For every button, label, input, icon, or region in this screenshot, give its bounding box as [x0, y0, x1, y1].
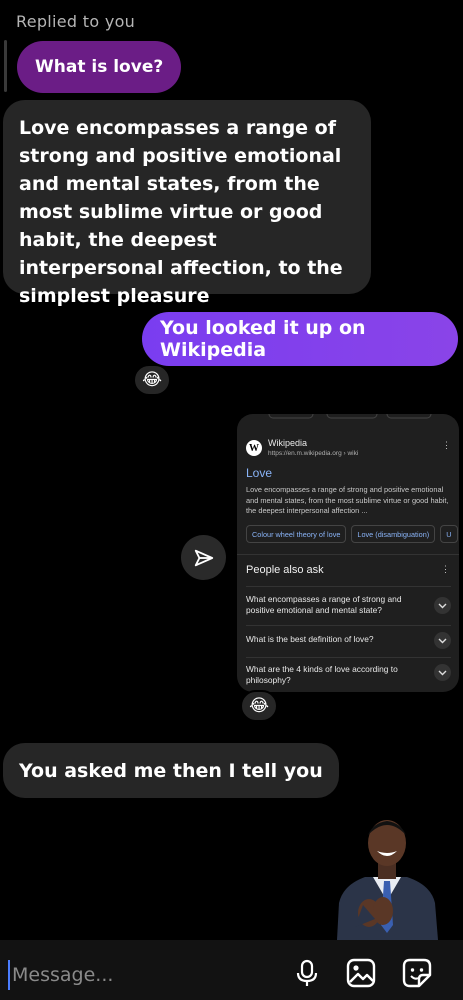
chevron-down-icon: [434, 597, 451, 614]
question-row: What encompasses a range of strong and p…: [246, 586, 451, 622]
chip: U: [440, 525, 458, 543]
incoming-message[interactable]: Love encompasses a range of strong and p…: [3, 100, 371, 307]
people-also-ask-heading: People also ask: [246, 564, 324, 576]
source-url: https://en.m.wikipedia.org › wiki: [268, 450, 359, 457]
microphone-icon: [296, 959, 318, 986]
reaction-emoji[interactable]: 😂: [133, 364, 171, 396]
result-snippet: Love encompasses a range of strong and p…: [246, 485, 449, 515]
result-title: Love: [246, 466, 273, 480]
gallery-button[interactable]: [344, 956, 378, 990]
question-text: What is the best definition of love?: [246, 634, 374, 644]
chevron-down-icon: [434, 632, 451, 649]
message-input[interactable]: [8, 960, 258, 990]
more-options-icon: ⋮: [441, 564, 450, 574]
chip: Love (disambiguation): [351, 525, 436, 543]
replied-to-you-label: Replied to you: [16, 12, 136, 31]
share-button[interactable]: [181, 535, 226, 580]
wikipedia-logo-icon: W: [246, 440, 262, 456]
source-name: Wikipedia: [268, 438, 308, 448]
more-options-icon: ⋮: [442, 440, 451, 450]
clapping-man-sticker[interactable]: [335, 815, 438, 940]
shared-screenshot-card[interactable]: W Wikipedia https://en.m.wikipedia.org ›…: [237, 414, 459, 692]
question-text: What encompasses a range of strong and p…: [246, 594, 402, 615]
incoming-message[interactable]: You asked me then I tell you: [3, 743, 339, 798]
send-icon: [194, 549, 213, 566]
image-icon: [346, 958, 376, 988]
sticker-button[interactable]: [400, 956, 434, 990]
section-divider: [237, 554, 459, 555]
outgoing-message[interactable]: You looked it up on Wikipedia: [142, 312, 458, 366]
chevron-down-icon: [434, 664, 451, 681]
quoted-message[interactable]: What is love?: [17, 41, 182, 93]
reaction-emoji[interactable]: 😂: [240, 690, 278, 722]
search-result-header: W Wikipedia https://en.m.wikipedia.org ›…: [246, 438, 451, 462]
reply-bar: [4, 40, 7, 92]
cropped-chips-top: [268, 414, 432, 419]
related-chips: Colour wheel theory of love Love (disamb…: [246, 525, 459, 543]
question-row: What is the best definition of love?: [246, 625, 451, 655]
question-text: What are the 4 kinds of love according t…: [246, 664, 398, 685]
question-row: What are the 4 kinds of love according t…: [246, 657, 451, 691]
sticker-icon: [402, 958, 432, 988]
microphone-button[interactable]: [290, 956, 324, 990]
chip: Colour wheel theory of love: [246, 525, 347, 543]
